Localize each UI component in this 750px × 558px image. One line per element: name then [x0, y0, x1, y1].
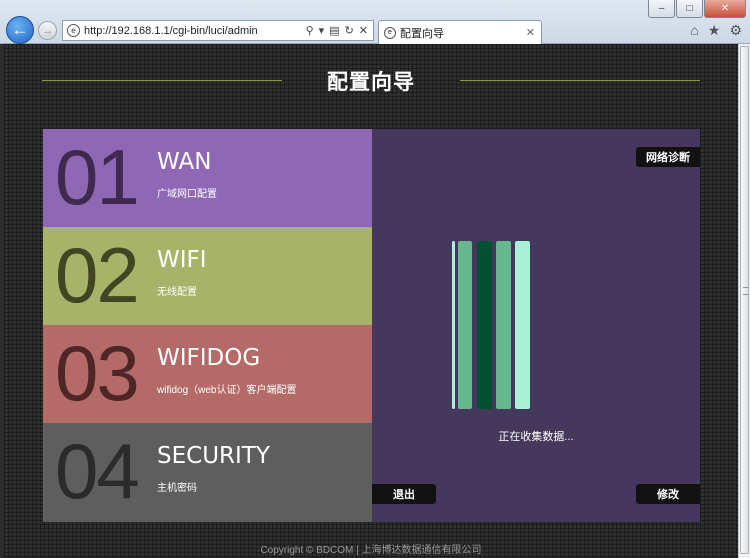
loader-bar	[515, 241, 530, 409]
wizard-panel: 01 WAN 广域网口配置 02 WIFI 无线配置 03 WIFIDOG wi…	[43, 129, 700, 522]
menu-item-desc: 无线配置	[157, 287, 197, 298]
dropdown-icon[interactable]: ▾	[319, 24, 325, 37]
stop-icon[interactable]: ✕	[359, 24, 368, 37]
menu-item-number: 03	[55, 329, 140, 417]
menu-item-name: WIFIDOG	[157, 345, 261, 371]
address-url[interactable]: http://192.168.1.1/cgi-bin/luci/admin	[84, 25, 306, 37]
address-bar[interactable]: e http://192.168.1.1/cgi-bin/luci/admin …	[62, 20, 374, 41]
status-pane: 网络诊断 正在收集数据... 退出 修改	[372, 129, 700, 522]
page-body: 配置向导 01 WAN 广域网口配置 02 WIFI 无线配置 03 WIFID…	[4, 44, 738, 558]
gear-icon[interactable]: ⚙	[729, 22, 742, 39]
tab-close-icon[interactable]: ✕	[526, 26, 535, 39]
back-button[interactable]: ←	[6, 16, 34, 44]
menu-item-number: 04	[55, 427, 140, 515]
vertical-scrollbar[interactable]	[738, 44, 750, 558]
menu-item-wifi[interactable]: 02 WIFI 无线配置	[43, 227, 372, 325]
menu-item-number: 01	[55, 133, 140, 221]
menu-item-desc: wifidog（web认证）客户端配置	[157, 385, 297, 396]
footer-copyright: Copyright © BDCOM | 上海博达数据通信有限公司	[260, 545, 482, 556]
close-window-button[interactable]: ✕	[704, 0, 746, 18]
loading-spinner-icon	[452, 241, 534, 409]
menu-item-desc: 广域网口配置	[157, 189, 217, 200]
menu-item-desc: 主机密码	[157, 483, 197, 494]
forward-button[interactable]: →	[38, 21, 57, 40]
menu-item-name: WIFI	[157, 247, 207, 273]
maximize-button[interactable]: □	[676, 0, 703, 18]
loader-bar	[452, 241, 455, 409]
menu-item-security[interactable]: 04 SECURITY 主机密码	[43, 423, 372, 522]
menu-item-name: SECURITY	[157, 443, 270, 469]
page-title: 配置向导	[327, 70, 415, 94]
menu-item-wan[interactable]: 01 WAN 广域网口配置	[43, 129, 372, 227]
window-controls: – □ ✕	[648, 0, 746, 18]
minimize-button[interactable]: –	[648, 0, 675, 18]
scrollbar-thumb[interactable]	[740, 46, 749, 554]
home-icon[interactable]: ⌂	[690, 22, 698, 39]
refresh-icon[interactable]: ↻	[345, 24, 354, 37]
tab-title: 配置向导	[400, 27, 444, 40]
edit-button[interactable]: 修改	[636, 484, 700, 504]
search-icon[interactable]: ⚲	[306, 24, 314, 37]
title-divider-right	[460, 80, 700, 81]
menu-item-wifidog[interactable]: 03 WIFIDOG wifidog（web认证）客户端配置	[43, 325, 372, 423]
status-text: 正在收集数据...	[498, 431, 574, 443]
menu-item-number: 02	[55, 231, 140, 319]
tab-site-icon: e	[384, 26, 396, 39]
favorites-icon[interactable]: ★	[708, 22, 721, 39]
browser-tab[interactable]: e 配置向导 ✕	[378, 20, 542, 44]
site-icon: e	[67, 24, 80, 37]
loader-bar	[458, 241, 472, 409]
loader-bar	[496, 241, 511, 409]
exit-button[interactable]: 退出	[372, 484, 436, 504]
network-diagnosis-button[interactable]: 网络诊断	[636, 147, 700, 167]
menu-item-name: WAN	[157, 149, 212, 175]
browser-toolbar-right: ⌂ ★ ⚙	[690, 22, 742, 39]
wizard-menu: 01 WAN 广域网口配置 02 WIFI 无线配置 03 WIFIDOG wi…	[43, 129, 372, 522]
loader-bar	[477, 241, 492, 409]
browser-chrome: – □ ✕ ← → e http://192.168.1.1/cgi-bin/l…	[0, 0, 750, 44]
compatibility-icon[interactable]: ▤	[329, 24, 339, 37]
page-header: 配置向导	[42, 66, 700, 94]
